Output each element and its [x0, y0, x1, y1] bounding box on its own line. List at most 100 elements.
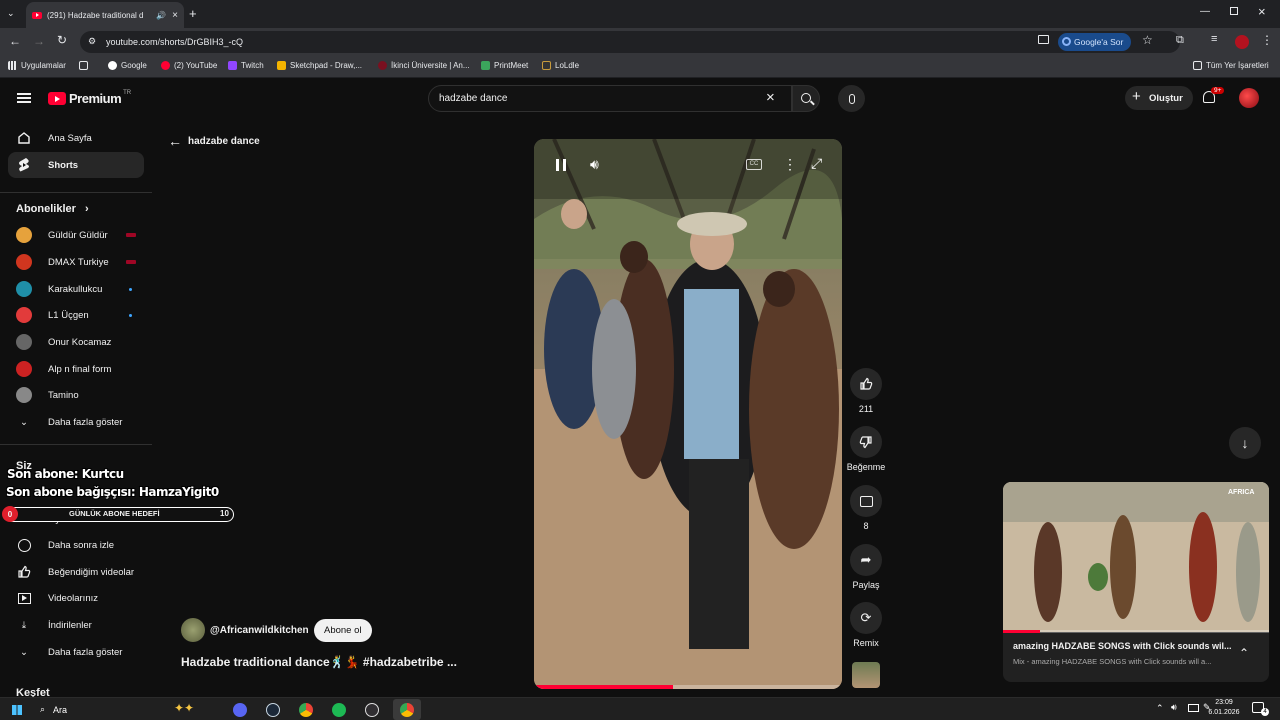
forward-icon[interactable]: →: [33, 34, 45, 48]
live-icon: [126, 260, 136, 264]
tab-close-icon[interactable]: ×: [172, 10, 178, 21]
browser-menu-icon[interactable]: ⋮: [1261, 33, 1273, 47]
close-window-button[interactable]: ×: [1258, 4, 1266, 19]
extensions-icon[interactable]: ⧉: [1176, 34, 1184, 47]
taskbar-search[interactable]: ⌕ Ara ✦✦: [34, 700, 214, 719]
tab-list-chevron-icon[interactable]: ⌄: [7, 8, 15, 19]
share-icon: ➦: [860, 552, 872, 567]
bookmark-loldle[interactable]: LoLdle: [542, 61, 579, 70]
search-icon: ⌕: [40, 704, 46, 714]
search-button[interactable]: [792, 85, 820, 112]
more-options-icon[interactable]: ⋮: [783, 156, 797, 173]
next-short-button[interactable]: ↓: [1229, 427, 1261, 459]
youtube-logo[interactable]: Premium TR: [48, 90, 131, 106]
search-input[interactable]: hadzabe dance ×: [428, 85, 792, 112]
spotify-icon[interactable]: [332, 703, 346, 717]
sidebar-item-home[interactable]: Ana Sayfa: [8, 125, 144, 151]
voice-search-button[interactable]: [838, 85, 865, 112]
restore-button[interactable]: [1230, 7, 1238, 15]
google-ask-button[interactable]: Google'a Sor: [1058, 33, 1132, 51]
remix-button[interactable]: ⟳: [850, 602, 882, 634]
profile-avatar[interactable]: [1235, 35, 1249, 49]
back-icon[interactable]: ←: [9, 34, 21, 48]
channel-avatar: [16, 307, 32, 323]
miniplayer-title[interactable]: amazing HADZABE SONGS with Click sounds …: [1013, 641, 1233, 651]
volume-tray-icon[interactable]: 🔊︎: [1171, 702, 1177, 713]
bookmark-google[interactable]: Google: [108, 61, 147, 70]
sidebar-divider: [0, 444, 152, 445]
bookmark-ikinci-universite[interactable]: İkinci Üniversite | An...: [378, 61, 470, 70]
chevron-down-icon: ⌄: [20, 416, 28, 428]
windows-start-icon[interactable]: [8, 701, 25, 718]
sidebar-item-shorts[interactable]: Shorts: [8, 152, 144, 178]
miniplayer[interactable]: AFRICA amazing HADZABE SONGS with Click …: [1003, 482, 1269, 682]
channel-avatar[interactable]: [181, 618, 205, 642]
network-tray-icon[interactable]: [1188, 704, 1199, 712]
discord-icon[interactable]: [233, 703, 247, 717]
fullscreen-icon[interactable]: ⤢: [811, 155, 822, 172]
volume-icon[interactable]: 🔊︎: [590, 156, 599, 173]
new-tab-button[interactable]: +: [189, 6, 197, 21]
sidebar-subscription[interactable]: Onur Kocamaz: [8, 329, 144, 355]
bookmark-twitch[interactable]: Twitch: [228, 61, 264, 70]
bookmark-star-icon[interactable]: ☆: [1142, 33, 1153, 47]
cast-icon[interactable]: [1038, 35, 1049, 44]
video-progress-track[interactable]: [534, 685, 842, 689]
bookmark-sketchpad[interactable]: Sketchpad - Draw,...: [277, 61, 362, 70]
clock-icon: [16, 537, 32, 553]
short-video-player[interactable]: 🔊︎ CC ⋮ ⤢: [534, 139, 842, 689]
dislike-button[interactable]: [850, 426, 882, 458]
sidebar-subscription[interactable]: Alp n final form: [8, 356, 144, 382]
sound-thumbnail[interactable]: [852, 662, 880, 688]
last-subscriber-text: Son abone: Kurtcu: [7, 467, 124, 481]
browser-tab-active[interactable]: (291) Hadzabe traditional d 🔊 ×: [26, 2, 184, 28]
sidebar-subscription[interactable]: Güldür Güldür: [8, 222, 144, 248]
site-info-icon[interactable]: ⚙: [88, 36, 96, 47]
you-show-more[interactable]: ⌄ Daha fazla göster: [8, 639, 144, 665]
clock-date[interactable]: 6.01.2026: [1204, 709, 1244, 716]
hamburger-menu-icon[interactable]: [17, 93, 31, 103]
chrome-active-icon[interactable]: [393, 699, 421, 720]
account-avatar[interactable]: [1239, 88, 1259, 108]
tab-groups-icon[interactable]: [79, 61, 92, 70]
sidebar-subscription[interactable]: DMAX Turkiye: [8, 249, 144, 275]
comments-button[interactable]: [850, 485, 882, 517]
subscriptions-header[interactable]: Abonelikler ›: [16, 203, 89, 215]
captions-icon[interactable]: CC: [746, 159, 762, 170]
sidebar-item-watch-later[interactable]: Daha sonra izle: [8, 532, 144, 558]
subs-show-more[interactable]: ⌄ Daha fazla göster: [8, 409, 144, 435]
chrome-icon[interactable]: [299, 703, 313, 717]
minimize-button[interactable]: —: [1200, 6, 1210, 17]
tab-audio-icon[interactable]: 🔊: [156, 11, 166, 20]
bookmark-printmeet[interactable]: PrintMeet: [481, 61, 528, 70]
back-to-results-button[interactable]: ← hadzabe dance: [168, 133, 260, 149]
miniplayer-expand-icon[interactable]: ⌃: [1239, 646, 1249, 660]
obs-icon[interactable]: [365, 703, 379, 717]
sidebar-item-liked-videos[interactable]: Beğendiğim videolar: [8, 559, 144, 585]
sidebar-item-your-videos[interactable]: Videolarınız: [8, 585, 144, 611]
all-bookmarks[interactable]: Tüm Yer İşaretleri: [1193, 61, 1269, 70]
sidebar-subscription[interactable]: L1 Üçgen: [8, 302, 144, 328]
bookmark-youtube[interactable]: (2) YouTube: [161, 61, 217, 70]
clock-time[interactable]: 23:09: [1212, 699, 1236, 706]
reload-icon[interactable]: ↻: [57, 33, 67, 47]
subscribe-button[interactable]: Abone ol: [314, 619, 372, 642]
clear-search-icon[interactable]: ×: [766, 89, 775, 106]
channel-name[interactable]: @Africanwildkitchen: [210, 625, 309, 636]
steam-icon[interactable]: [266, 703, 280, 717]
like-button[interactable]: [850, 368, 882, 400]
short-title[interactable]: Hadzabe traditional dance🕺💃 #hadzabetrib…: [181, 655, 457, 669]
miniplayer-progress-track[interactable]: [1003, 630, 1269, 633]
tray-chevron-icon[interactable]: ⌃: [1156, 703, 1164, 714]
sidebar-item-downloads[interactable]: ⤓ İndirilenler: [8, 612, 144, 638]
sidebar-subscription[interactable]: Tamino: [8, 382, 144, 408]
address-bar[interactable]: ⚙ youtube.com/shorts/DrGBIH3_-cQ: [80, 31, 1180, 53]
media-controls-icon[interactable]: ≡: [1211, 33, 1217, 45]
notifications-button[interactable]: 9+: [1203, 87, 1225, 103]
sidebar-subscription[interactable]: Karakullukcu: [8, 276, 144, 302]
create-button[interactable]: + Oluştur: [1125, 86, 1193, 110]
notification-badge: 9+: [1211, 87, 1225, 94]
pause-icon[interactable]: [556, 159, 566, 171]
bookmark-apps[interactable]: Uygulamalar: [8, 61, 66, 70]
share-button[interactable]: ➦: [850, 544, 882, 576]
